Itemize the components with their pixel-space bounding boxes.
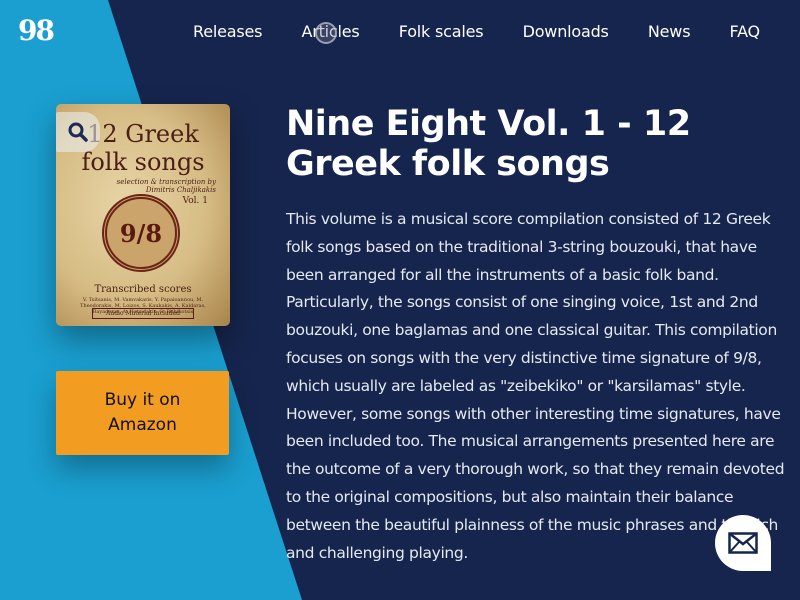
contact-button[interactable]	[715, 515, 771, 571]
cover-title-line2: folk songs	[81, 148, 205, 176]
main-nav: Releases Articles Folk scales Downloads …	[193, 22, 760, 41]
mouse-cursor	[315, 22, 337, 44]
nav-releases[interactable]: Releases	[193, 22, 262, 41]
cover-seal: 9/8	[102, 194, 180, 272]
nav-folk-scales[interactable]: Folk scales	[399, 22, 484, 41]
magnifier-icon	[68, 122, 88, 142]
page-title: Nine Eight Vol. 1 - 12 Greek folk songs	[286, 104, 691, 184]
cover-section: Transcribed scores	[94, 284, 192, 295]
envelope-icon	[728, 532, 758, 554]
buy-button-label: Buy it on Amazon	[104, 390, 181, 435]
buy-on-amazon-button[interactable]: Buy it on Amazon	[56, 371, 229, 455]
cover-seal-text: 9/8	[119, 218, 163, 248]
product-description: This volume is a musical score compilati…	[286, 210, 785, 562]
zoom-cover-button[interactable]	[56, 112, 100, 152]
nav-news[interactable]: News	[648, 22, 691, 41]
nav-faq[interactable]: FAQ	[730, 22, 761, 41]
cover-audio-badge: Audio Material Included	[92, 308, 194, 319]
cover-volume: Vol. 1	[182, 196, 208, 206]
cover-subtitle: selection & transcription by Dimitris Ch…	[116, 178, 216, 194]
nav-downloads[interactable]: Downloads	[523, 22, 609, 41]
site-logo[interactable]: 98	[18, 14, 55, 47]
